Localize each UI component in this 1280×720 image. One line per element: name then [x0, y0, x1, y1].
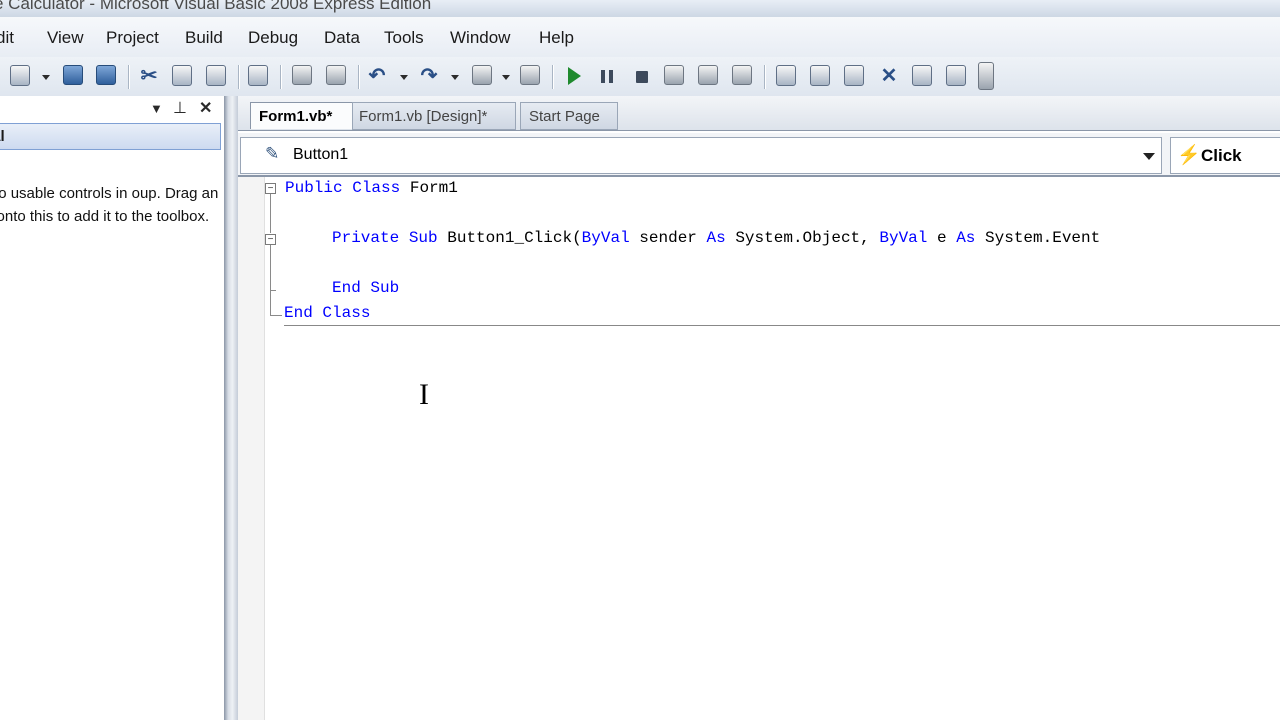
- code-editor[interactable]: − − Public Class Form1 Private Sub Butto…: [264, 177, 1280, 720]
- navigate-backward-dropdown-icon[interactable]: [502, 75, 510, 80]
- code-margin: [238, 177, 265, 720]
- tab-label: Form1.vb*: [259, 108, 333, 125]
- toolbox-icon[interactable]: ✕: [878, 65, 900, 87]
- event-lightning-icon: ⚡: [1177, 145, 1201, 166]
- method-name-value: Click: [1201, 146, 1242, 165]
- step-into-icon[interactable]: [664, 65, 684, 85]
- copy-icon[interactable]: [172, 65, 192, 86]
- menu-window[interactable]: Window: [450, 28, 510, 48]
- start-page-icon[interactable]: [946, 65, 966, 86]
- redo-dropdown-icon[interactable]: [451, 75, 459, 80]
- document-area: Form1.vb* Form1.vb [Design]* Start Page …: [238, 96, 1280, 720]
- standard-toolbar: ✂ ↶ ↷ ✕: [0, 57, 1280, 97]
- toolbox-header: ▼ ⊥ ✕: [0, 96, 224, 122]
- menu-edit[interactable]: dit: [0, 28, 14, 48]
- save-all-icon[interactable]: [96, 65, 116, 85]
- document-tabs: Form1.vb* Form1.vb [Design]* Start Page: [238, 96, 1280, 131]
- undo-icon[interactable]: ↶: [366, 65, 388, 87]
- outdent-icon[interactable]: [326, 65, 346, 85]
- navigate-forward-icon[interactable]: [520, 65, 540, 85]
- menu-project[interactable]: Project: [106, 28, 159, 48]
- tab-form1-code[interactable]: Form1.vb*: [250, 102, 354, 129]
- toolbox-group-label: eral: [0, 128, 5, 145]
- close-icon[interactable]: ✕: [199, 98, 212, 118]
- window-title: e Calculator - Microsoft Visual Basic 20…: [0, 0, 432, 13]
- menu-debug[interactable]: Debug: [248, 28, 298, 48]
- undo-dropdown-icon[interactable]: [400, 75, 408, 80]
- toolbar-overflow-icon[interactable]: [978, 62, 994, 90]
- tab-label: Start Page: [529, 108, 600, 125]
- save-icon[interactable]: [63, 65, 83, 85]
- toolbox-group-general[interactable]: eral: [0, 123, 221, 150]
- object-browser-icon[interactable]: [844, 65, 864, 86]
- code-line-4: End Class: [284, 304, 371, 322]
- new-project-dropdown-icon[interactable]: [42, 75, 50, 80]
- class-name-dropdown[interactable]: ✎ Button1: [240, 137, 1162, 174]
- step-over-icon[interactable]: [698, 65, 718, 85]
- step-out-icon[interactable]: [732, 65, 752, 85]
- code-line-3: End Sub: [332, 279, 400, 297]
- cut-icon[interactable]: ✂: [138, 65, 160, 87]
- tab-label: Form1.vb [Design]*: [359, 108, 488, 125]
- control-icon: ✎: [265, 144, 280, 163]
- menu-build[interactable]: Build: [185, 28, 223, 48]
- collapse-class-icon[interactable]: −: [265, 183, 276, 194]
- menu-bar: dit View Project Build Debug Data Tools …: [0, 17, 1280, 57]
- code-line-2: Private Sub Button1_Click(ByVal sender A…: [332, 229, 1101, 247]
- chevron-down-icon[interactable]: [1143, 153, 1155, 160]
- navigate-backward-icon[interactable]: [472, 65, 492, 85]
- collapse-sub-icon[interactable]: −: [265, 234, 276, 245]
- indent-icon[interactable]: [292, 65, 312, 85]
- panel-menu-icon[interactable]: ▼: [150, 101, 163, 116]
- toolbox-panel: ▼ ⊥ ✕ eral are no usable controls in oup…: [0, 96, 224, 720]
- redo-icon[interactable]: ↷: [418, 65, 440, 87]
- text-cursor-icon: I: [419, 378, 429, 411]
- properties-icon[interactable]: [810, 65, 830, 86]
- new-project-icon[interactable]: [10, 65, 30, 86]
- panel-splitter[interactable]: [224, 96, 238, 720]
- menu-view[interactable]: View: [47, 28, 84, 48]
- method-name-dropdown[interactable]: ⚡ Click: [1170, 137, 1280, 174]
- code-navigation-bar: ✎ Button1 ⚡ Click: [238, 133, 1280, 175]
- title-bar: e Calculator - Microsoft Visual Basic 20…: [0, 0, 1280, 17]
- code-line-1: Public Class Form1: [285, 179, 458, 197]
- class-name-value: Button1: [293, 146, 349, 163]
- toolbox-empty-message: are no usable controls in oup. Drag an i…: [0, 185, 219, 225]
- tab-start-page[interactable]: Start Page: [520, 102, 618, 130]
- error-list-icon[interactable]: [912, 65, 932, 86]
- menu-data[interactable]: Data: [324, 28, 360, 48]
- paste-icon[interactable]: [206, 65, 226, 86]
- menu-help[interactable]: Help: [539, 28, 574, 48]
- find-icon[interactable]: [248, 65, 268, 86]
- tab-form1-design[interactable]: Form1.vb [Design]*: [352, 102, 516, 130]
- pin-icon[interactable]: ⊥: [173, 98, 187, 118]
- menu-tools[interactable]: Tools: [384, 28, 424, 48]
- stop-icon[interactable]: [636, 71, 648, 83]
- pause-icon[interactable]: [601, 70, 613, 83]
- solution-explorer-icon[interactable]: [776, 65, 796, 86]
- start-debugging-icon[interactable]: [568, 67, 581, 85]
